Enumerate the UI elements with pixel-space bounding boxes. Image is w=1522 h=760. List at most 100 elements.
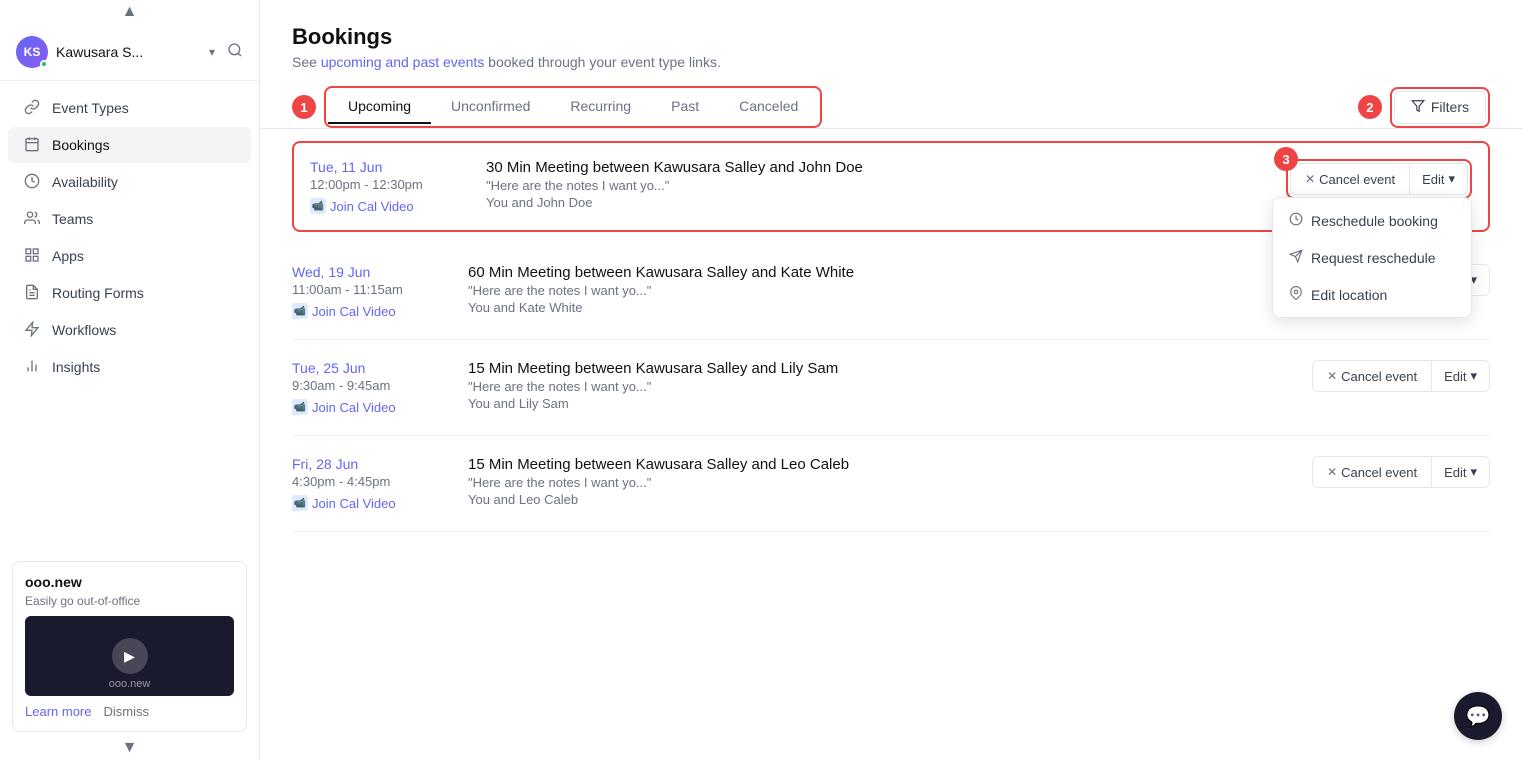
scroll-down-btn[interactable]: ▼	[0, 736, 259, 760]
chevron-down-icon: ▾	[1448, 171, 1455, 187]
booking-date-col: Wed, 19 Jun 11:00am - 11:15am 📹 Join Cal…	[292, 264, 452, 319]
chevron-down-icon: ▾	[1470, 464, 1477, 480]
clock-icon	[1289, 212, 1303, 229]
booking-notes: "Here are the notes I want yo..."	[468, 475, 1296, 490]
x-icon: ✕	[1305, 172, 1315, 186]
edit-location-item[interactable]: Edit location	[1273, 276, 1471, 313]
sidebar-item-label: Insights	[52, 359, 100, 375]
booking-video-link[interactable]: 📹 Join Cal Video	[292, 303, 452, 319]
page-title: Bookings	[292, 24, 1490, 50]
sidebar-item-availability[interactable]: Availability	[8, 164, 251, 200]
booking-title: 15 Min Meeting between Kawusara Salley a…	[468, 360, 1296, 377]
tab-upcoming[interactable]: Upcoming	[328, 90, 431, 124]
tab-canceled[interactable]: Canceled	[719, 90, 818, 124]
chevron-down-icon[interactable]: ▾	[209, 45, 215, 59]
edit-button[interactable]: Edit ▾	[1431, 456, 1490, 488]
sidebar-item-teams[interactable]: Teams	[8, 201, 251, 237]
tab-recurring[interactable]: Recurring	[550, 90, 651, 124]
sidebar-item-label: Teams	[52, 211, 93, 227]
video-icon: 📹	[292, 303, 308, 319]
dismiss-button[interactable]: Dismiss	[103, 704, 149, 719]
booking-time: 11:00am - 11:15am	[292, 282, 452, 297]
chat-icon: 💬	[1466, 704, 1491, 729]
booking-info: 15 Min Meeting between Kawusara Salley a…	[468, 456, 1296, 507]
reschedule-booking-item[interactable]: Reschedule booking	[1273, 202, 1471, 239]
sidebar-item-bookings[interactable]: Bookings	[8, 127, 251, 163]
chevron-down-icon: ▾	[1470, 368, 1477, 384]
learn-more-link[interactable]: Learn more	[25, 704, 91, 719]
booking-date: Tue, 25 Jun	[292, 360, 452, 376]
users-icon	[24, 210, 42, 228]
cancel-event-button[interactable]: ✕ Cancel event	[1290, 163, 1409, 195]
sidebar-item-apps[interactable]: Apps	[8, 238, 251, 274]
action-buttons-wrap: ✕ Cancel event Edit ▾	[1286, 159, 1472, 199]
main-content: Bookings See upcoming and past events bo…	[260, 0, 1522, 760]
dropdown-menu: Reschedule booking Request reschedule	[1272, 197, 1472, 318]
send-icon	[1289, 249, 1303, 266]
page-subtitle: See upcoming and past events booked thro…	[292, 54, 1490, 70]
booking-date: Wed, 19 Jun	[292, 264, 452, 280]
booking-video-link[interactable]: 📹 Join Cal Video	[292, 495, 452, 511]
video-icon: 📹	[292, 495, 308, 511]
booking-title: 15 Min Meeting between Kawusara Salley a…	[468, 456, 1296, 473]
ooo-video-label: ooo.new	[109, 678, 151, 690]
sidebar-username: Kawusara S...	[56, 44, 201, 60]
booking-info: 30 Min Meeting between Kawusara Salley a…	[486, 159, 1270, 210]
video-icon: 📹	[310, 198, 326, 214]
sidebar-nav: Event Types Bookings Availability	[0, 81, 259, 553]
sidebar: ▲ KS Kawusara S... ▾ Event Types	[0, 0, 260, 760]
booking-title: 60 Min Meeting between Kawusara Salley a…	[468, 264, 1296, 281]
booking-actions: ✕ Cancel event Edit ▾	[1312, 456, 1490, 488]
filters-button[interactable]: Filters	[1394, 91, 1486, 124]
scroll-up-btn[interactable]: ▲	[0, 0, 259, 24]
booking-video-link[interactable]: 📹 Join Cal Video	[292, 399, 452, 415]
booking-info: 60 Min Meeting between Kawusara Salley a…	[468, 264, 1296, 315]
ooo-subtitle: Easily go out-of-office	[25, 594, 234, 608]
sidebar-item-label: Apps	[52, 248, 84, 264]
main-header: Bookings See upcoming and past events bo…	[260, 0, 1522, 70]
map-pin-icon	[1289, 286, 1303, 303]
sidebar-item-routing-forms[interactable]: Routing Forms	[8, 275, 251, 311]
chat-button[interactable]: 💬	[1454, 692, 1502, 740]
booking-date: Tue, 11 Jun	[310, 159, 470, 175]
booking-date: Fri, 28 Jun	[292, 456, 452, 472]
filter-icon	[1411, 99, 1425, 116]
booking-notes: "Here are the notes I want yo..."	[468, 379, 1296, 394]
bookings-list: Tue, 11 Jun 12:00pm - 12:30pm 📹 Join Cal…	[260, 129, 1522, 760]
cancel-event-button[interactable]: ✕ Cancel event	[1312, 456, 1431, 488]
edit-button[interactable]: Edit ▾	[1431, 360, 1490, 392]
booking-info: 15 Min Meeting between Kawusara Salley a…	[468, 360, 1296, 411]
booking-video-link[interactable]: 📹 Join Cal Video	[310, 198, 470, 214]
play-icon: ▶	[112, 638, 148, 674]
booking-attendees: You and Leo Caleb	[468, 492, 1296, 507]
ooo-video[interactable]: ▶ ooo.new	[25, 616, 234, 696]
search-icon[interactable]	[227, 42, 243, 63]
tabs-row: 1 Upcoming Unconfirmed Recurring Past Ca…	[260, 70, 1522, 129]
booking-attendees: You and Lily Sam	[468, 396, 1296, 411]
tab-unconfirmed[interactable]: Unconfirmed	[431, 90, 550, 124]
booking-time: 12:00pm - 12:30pm	[310, 177, 470, 192]
edit-button[interactable]: Edit ▾	[1409, 163, 1468, 195]
upcoming-link[interactable]: upcoming and past events	[321, 54, 484, 70]
cancel-event-button[interactable]: ✕ Cancel event	[1312, 360, 1431, 392]
ooo-title: ooo.new	[25, 574, 234, 590]
booking-date-col: Tue, 11 Jun 12:00pm - 12:30pm 📹 Join Cal…	[310, 159, 470, 214]
booking-attendees: You and Kate White	[468, 300, 1296, 315]
booking-title: 30 Min Meeting between Kawusara Salley a…	[486, 159, 1270, 176]
booking-notes: "Here are the notes I want yo..."	[486, 178, 1270, 193]
ooo-banner: ooo.new Easily go out-of-office ▶ ooo.ne…	[12, 561, 247, 732]
sidebar-item-event-types[interactable]: Event Types	[8, 90, 251, 126]
x-icon: ✕	[1327, 369, 1337, 383]
request-reschedule-item[interactable]: Request reschedule	[1273, 239, 1471, 276]
annotation-badge-3: 3	[1274, 147, 1298, 171]
sidebar-item-insights[interactable]: Insights	[8, 349, 251, 385]
booking-row: Fri, 28 Jun 4:30pm - 4:45pm 📹 Join Cal V…	[292, 436, 1490, 532]
avatar: KS	[16, 36, 48, 68]
sidebar-item-workflows[interactable]: Workflows	[8, 312, 251, 348]
tabs-container: Upcoming Unconfirmed Recurring Past Canc…	[324, 86, 822, 128]
x-icon: ✕	[1327, 465, 1337, 479]
booking-time: 9:30am - 9:45am	[292, 378, 452, 393]
action-buttons: ✕ Cancel event Edit ▾	[1290, 163, 1468, 195]
tab-past[interactable]: Past	[651, 90, 719, 124]
calendar-icon	[24, 136, 42, 154]
